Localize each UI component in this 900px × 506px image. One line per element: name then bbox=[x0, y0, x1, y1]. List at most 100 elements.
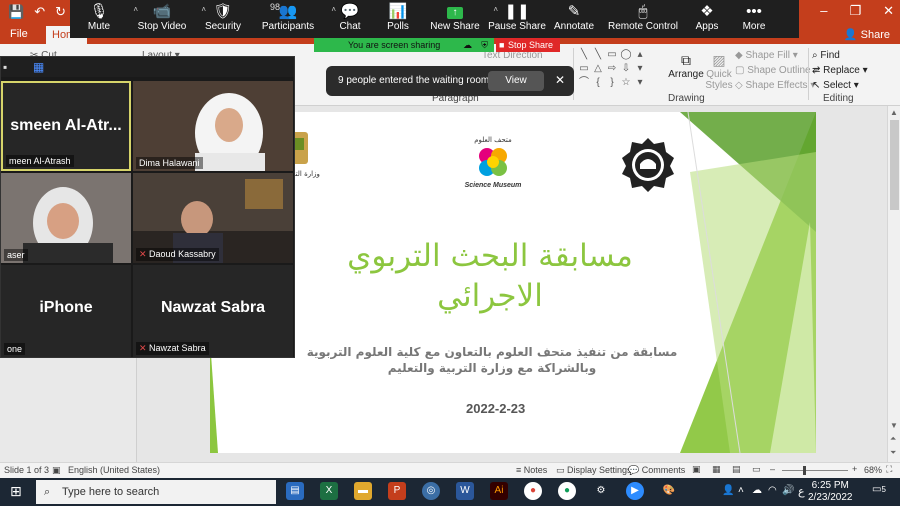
share-button[interactable]: 👤 Share bbox=[844, 28, 890, 41]
scroll-down-arrow-icon[interactable]: ▼ bbox=[890, 421, 898, 430]
settings-gear-icon[interactable]: ⚙ bbox=[592, 482, 610, 500]
display-settings-button[interactable]: ▭ Display Settings bbox=[556, 465, 632, 476]
zoom-mute-button[interactable]: 🎙 Mute ˄ bbox=[70, 3, 138, 32]
zoom-more-button[interactable]: ••• More bbox=[730, 3, 778, 32]
more-shapes-icon[interactable]: ▾ bbox=[633, 76, 647, 90]
task-view-icon[interactable]: ▤ bbox=[286, 482, 304, 500]
arrow-shape-icon[interactable]: ⇩ bbox=[619, 62, 633, 76]
volume-icon[interactable]: 🔊 bbox=[782, 485, 794, 496]
chrome-profile-icon[interactable]: ● bbox=[558, 482, 576, 500]
zoom-chat-button[interactable]: 💬 Chat bbox=[326, 3, 374, 32]
save-icon[interactable]: 💾 bbox=[8, 4, 24, 20]
quick-styles-button[interactable]: ▨ Quick Styles bbox=[704, 52, 734, 91]
zoom-new-share-button[interactable]: ↑ New Share ˄ bbox=[422, 3, 498, 32]
people-icon[interactable]: 👤 bbox=[722, 485, 734, 496]
restore-icon[interactable]: ❐ bbox=[849, 3, 861, 19]
video-tile-aser[interactable]: aser bbox=[1, 173, 131, 263]
paint-icon[interactable]: 🎨 bbox=[660, 482, 678, 500]
oval-shape-icon[interactable]: ◯ bbox=[619, 48, 633, 62]
fit-slide-icon[interactable]: ⛶ bbox=[886, 464, 892, 475]
gallery-view-icon[interactable]: ▦ bbox=[33, 60, 44, 74]
zoom-pause-share-button[interactable]: ❚❚ Pause Share bbox=[488, 3, 546, 32]
vertical-scrollbar[interactable]: ▲ ▼ ⏶ ⏷ bbox=[887, 106, 900, 462]
zoom-in-icon[interactable]: + bbox=[852, 464, 857, 474]
video-tile-iphone[interactable]: iPhone one bbox=[1, 265, 131, 357]
curve-shape-icon[interactable]: ⌒ bbox=[577, 76, 591, 90]
brace-shape-icon[interactable]: } bbox=[605, 76, 619, 90]
taskbar-clock[interactable]: 6:25 PM 2/23/2022 bbox=[808, 480, 853, 504]
zoom-security-button[interactable]: 🛡 Security bbox=[196, 3, 250, 32]
video-tile-nawzat[interactable]: Nawzat Sabra ✕ Nawzat Sabra bbox=[133, 265, 293, 357]
zoom-polls-button[interactable]: 📊 Polls bbox=[374, 3, 422, 32]
zoom-out-icon[interactable]: – bbox=[770, 464, 775, 474]
scrollbar-thumb[interactable] bbox=[890, 120, 899, 210]
view-toggle-icon[interactable]: ▪ bbox=[3, 60, 7, 74]
illustrator-icon[interactable]: Ai bbox=[490, 482, 508, 500]
zoom-participants-button[interactable]: 👥 98 Participants ˄ bbox=[250, 2, 336, 32]
slideshow-icon[interactable]: ▭ bbox=[752, 464, 761, 475]
show-hidden-icons-chevron-icon[interactable]: ˄ bbox=[738, 485, 744, 496]
next-slide-icon[interactable]: ⏷ bbox=[890, 448, 896, 458]
previous-slide-icon[interactable]: ⏶ bbox=[890, 434, 896, 444]
line-shape-icon[interactable]: ╲ bbox=[577, 48, 591, 62]
tab-file[interactable]: File bbox=[10, 28, 28, 40]
zoom-apps-button[interactable]: ❖ Apps bbox=[684, 3, 730, 32]
view-waiting-room-button[interactable]: View bbox=[488, 71, 544, 91]
video-tile-daoud[interactable]: ✕ Daoud Kassabry bbox=[133, 173, 293, 263]
zoom-annotate-button[interactable]: ✎ Annotate bbox=[546, 3, 602, 32]
spellcheck-icon[interactable]: ▣ bbox=[52, 465, 61, 476]
rectangle-shape-icon[interactable]: ▭ bbox=[577, 62, 591, 76]
zoom-slider[interactable] bbox=[782, 470, 848, 471]
undo-icon[interactable]: ↶ bbox=[34, 4, 45, 20]
find-button[interactable]: ⌕ Find bbox=[812, 48, 868, 63]
arrange-button[interactable]: ⧉ Arrange bbox=[668, 52, 704, 80]
zoom-video-panel[interactable]: ▪ ▦ smeen Al-Atr... meen Al-Atrash Dima … bbox=[0, 56, 295, 358]
zoom-remote-control-button[interactable]: 🖱 Remote Control bbox=[602, 3, 684, 32]
file-explorer-icon[interactable]: ▬ bbox=[354, 482, 372, 500]
taskbar-search-box[interactable]: ⌕ Type here to search bbox=[36, 480, 276, 504]
language-indicator[interactable]: English (United States) bbox=[68, 465, 160, 475]
onedrive-icon[interactable]: ☁ bbox=[752, 485, 762, 496]
select-button[interactable]: ↖ Select ▾ bbox=[812, 78, 868, 93]
scroll-up-arrow-icon[interactable]: ▲ bbox=[890, 108, 898, 117]
input-language-indicator[interactable]: ع bbox=[798, 485, 805, 498]
slide-subtitle[interactable]: مسابقة من تنفيذ متحف العلوم بالتعاون مع … bbox=[302, 344, 682, 376]
chrome-icon[interactable]: ● bbox=[524, 482, 542, 500]
windows-start-icon[interactable]: ⊞ bbox=[10, 483, 22, 500]
slide-date[interactable]: 2022-2-23 bbox=[466, 401, 525, 416]
reading-view-icon[interactable]: ▤ bbox=[732, 464, 741, 475]
video-tile-dima[interactable]: Dima Halawani bbox=[133, 81, 293, 171]
zoom-app-icon[interactable]: ▶ bbox=[626, 482, 644, 500]
shapes-gallery[interactable]: ╲ ╲ ▭ ◯ ▴ ▭ △ ⇨ ⇩ ▾ ⌒ { } ☆ ▾ bbox=[577, 48, 662, 90]
stop-share-button[interactable]: ■ Stop Share bbox=[496, 38, 560, 52]
rectangle-shape-icon[interactable]: ▭ bbox=[605, 48, 619, 62]
redo-icon[interactable]: ↻ bbox=[55, 4, 66, 20]
scroll-down-icon[interactable]: ▾ bbox=[633, 62, 647, 76]
video-tile-yasmeen[interactable]: smeen Al-Atr... meen Al-Atrash bbox=[1, 81, 131, 171]
close-icon[interactable]: ✕ bbox=[555, 73, 565, 87]
replace-button[interactable]: ⇄ Replace ▾ bbox=[812, 63, 868, 78]
normal-view-icon[interactable]: ▣ bbox=[692, 464, 701, 475]
shape-outline-button[interactable]: ▢ Shape Outline ▾ bbox=[735, 63, 818, 78]
slide-canvas[interactable]: وزارة التربية متحف العلوم Science Museum… bbox=[210, 112, 816, 453]
line-shape-icon[interactable]: ╲ bbox=[591, 48, 605, 62]
excel-icon[interactable]: X bbox=[320, 482, 338, 500]
triangle-shape-icon[interactable]: △ bbox=[591, 62, 605, 76]
wifi-icon[interactable]: ◠ bbox=[768, 485, 777, 496]
close-icon[interactable]: ✕ bbox=[883, 3, 894, 19]
word-icon[interactable]: W bbox=[456, 482, 474, 500]
browser-icon[interactable]: ◎ bbox=[422, 482, 440, 500]
scroll-up-icon[interactable]: ▴ bbox=[633, 48, 647, 62]
arrow-shape-icon[interactable]: ⇨ bbox=[605, 62, 619, 76]
minimize-icon[interactable]: – bbox=[820, 3, 827, 19]
shape-fill-button[interactable]: ◆ Shape Fill ▾ bbox=[735, 48, 818, 63]
slide-title[interactable]: مسابقة البحث التربوي الاجرائي bbox=[310, 236, 670, 316]
zoom-level[interactable]: 68% bbox=[864, 465, 882, 475]
zoom-stop-video-button[interactable]: 📹 Stop Video ˄ bbox=[128, 3, 206, 32]
comments-button[interactable]: 💬 Comments bbox=[628, 465, 685, 476]
powerpoint-icon[interactable]: P bbox=[388, 482, 406, 500]
brace-shape-icon[interactable]: { bbox=[591, 76, 605, 90]
shape-effects-button[interactable]: ◇ Shape Effects ▾ bbox=[735, 78, 818, 93]
star-shape-icon[interactable]: ☆ bbox=[619, 76, 633, 90]
notes-button[interactable]: ≡ Notes bbox=[516, 465, 547, 475]
